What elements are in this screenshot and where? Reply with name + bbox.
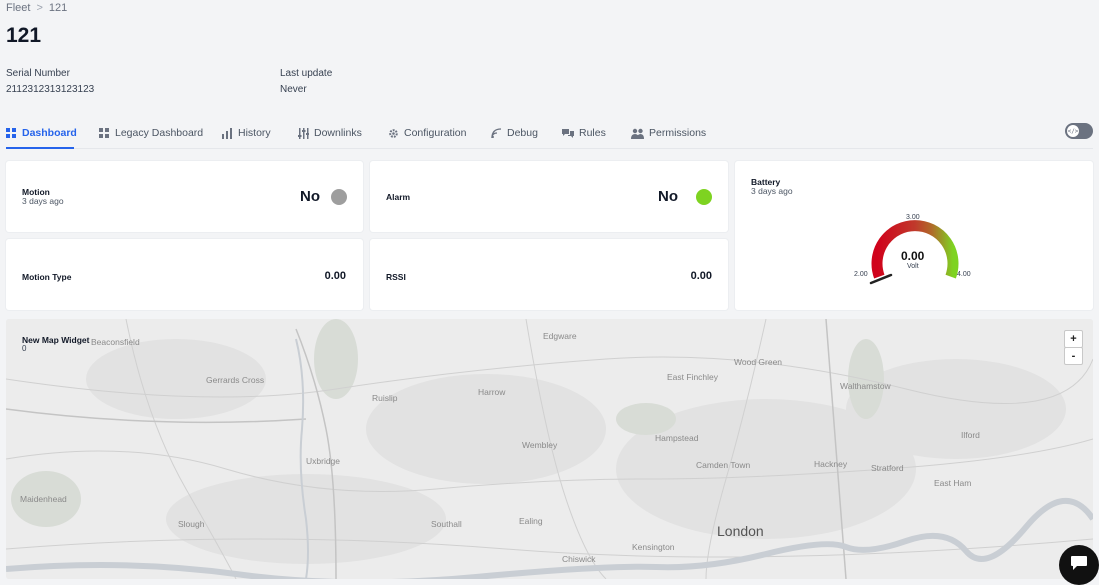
motion-type-title: Motion Type	[22, 272, 72, 282]
rssi-value: 0.00	[690, 270, 712, 282]
breadcrumb-separator: >	[36, 2, 43, 14]
map-place-label: East Finchley	[667, 372, 719, 382]
developer-mode-toggle[interactable]: </>	[1065, 123, 1093, 139]
tab-label: Dashboard	[22, 127, 77, 139]
map-widget[interactable]: Beaconsfield Edgware Wood Green East Fin…	[6, 319, 1093, 579]
last-update-value: Never	[280, 84, 307, 95]
gauge-mid-label: 3.00	[906, 214, 920, 221]
tab-debug[interactable]: Debug	[491, 118, 538, 148]
motion-value: No	[300, 188, 320, 205]
tab-legacy-dashboard[interactable]: Legacy Dashboard	[99, 118, 203, 148]
alarm-title: Alarm	[386, 192, 411, 202]
tab-history[interactable]: History	[222, 118, 271, 148]
map-place-label: Beaconsfield	[91, 337, 140, 347]
motion-type-value: 0.00	[324, 270, 346, 282]
zoom-in-button[interactable]: +	[1064, 330, 1083, 348]
page-title: 121	[6, 24, 42, 47]
motion-timestamp: 3 days ago	[22, 196, 64, 206]
rssi-title: RSSI	[386, 272, 406, 282]
motion-status-indicator	[331, 189, 347, 205]
tab-permissions[interactable]: Permissions	[631, 118, 706, 148]
map-place-label: Wembley	[522, 440, 558, 450]
map-place-label: Uxbridge	[306, 456, 341, 466]
map-place-label: Gerrards Cross	[206, 375, 265, 385]
map-place-label: Maidenhead	[20, 494, 67, 504]
battery-value: 0.00	[901, 249, 925, 263]
map-place-label: Stratford	[871, 463, 904, 473]
tab-label: History	[238, 127, 271, 139]
rssi-widget: RSSI 0.00	[370, 239, 728, 310]
map-place-label: Camden Town	[696, 460, 751, 470]
map-place-label: Southall	[431, 519, 462, 529]
battery-timestamp: 3 days ago	[751, 186, 793, 196]
chat-icon	[562, 128, 574, 139]
grid-icon	[99, 127, 110, 139]
gear-icon	[388, 128, 399, 139]
motion-widget: Motion 3 days ago No	[6, 161, 363, 232]
gauge-min-label: 2.00	[854, 271, 868, 278]
map-place-label: London	[717, 523, 764, 539]
tab-label: Rules	[579, 127, 606, 139]
tab-label: Configuration	[404, 127, 467, 139]
map-place-label: Edgware	[543, 331, 577, 341]
tab-configuration[interactable]: Configuration	[388, 118, 466, 148]
grid-icon	[6, 127, 17, 139]
battery-widget: Battery 3 days ago 0.00 Volt 2.00 3.00 4…	[735, 161, 1093, 310]
map-place-label: Ilford	[961, 430, 980, 440]
serial-number-value: 2112312313123123	[6, 84, 95, 95]
map-place-label: Walthamstow	[840, 381, 891, 391]
last-update-label: Last update	[280, 68, 333, 79]
tab-label: Debug	[507, 127, 538, 139]
motion-type-widget: Motion Type 0.00	[6, 239, 363, 310]
map-place-label: Chiswick	[562, 554, 596, 564]
tab-dashboard[interactable]: Dashboard	[6, 118, 77, 149]
map-place-label: Hampstead	[655, 433, 699, 443]
serial-number-label: Serial Number	[6, 68, 70, 79]
alarm-value: No	[658, 188, 678, 205]
map-place-label: Slough	[178, 519, 205, 529]
chat-support-button[interactable]	[1059, 545, 1099, 585]
zoom-out-button[interactable]: -	[1064, 347, 1083, 365]
breadcrumb: Fleet > 121	[6, 2, 67, 14]
sliders-icon	[298, 127, 309, 139]
map-widget-subtitle: 0	[22, 344, 27, 353]
tab-downlinks[interactable]: Downlinks	[298, 118, 362, 148]
map-place-label: Wood Green	[734, 357, 783, 367]
breadcrumb-current: 121	[48, 2, 68, 14]
breadcrumb-fleet-link[interactable]: Fleet	[6, 2, 30, 14]
bar-chart-icon	[222, 127, 233, 139]
tab-label: Permissions	[649, 127, 707, 139]
map-place-label: Kensington	[632, 542, 675, 552]
gauge-max-label: 4.00	[957, 271, 971, 278]
map-place-label: Ealing	[519, 516, 543, 526]
users-icon	[631, 128, 644, 139]
map-place-label: Harrow	[478, 387, 506, 397]
signal-icon	[491, 127, 502, 139]
chat-bubble-icon	[1071, 555, 1087, 575]
map-place-label: Ruislip	[372, 393, 398, 403]
battery-unit: Volt	[907, 263, 919, 270]
tab-label: Downlinks	[314, 127, 362, 139]
map-widget-title: New Map Widget	[22, 335, 90, 345]
alarm-status-indicator	[696, 189, 712, 205]
alarm-widget: Alarm No	[370, 161, 728, 232]
map-place-label: East Ham	[934, 478, 972, 488]
code-icon: </>	[1067, 125, 1079, 137]
tab-bar: Dashboard Legacy Dashboard History Downl…	[6, 118, 1093, 149]
tab-label: Legacy Dashboard	[115, 127, 204, 139]
tab-rules[interactable]: Rules	[562, 118, 606, 148]
map-place-label: Hackney	[814, 459, 848, 469]
